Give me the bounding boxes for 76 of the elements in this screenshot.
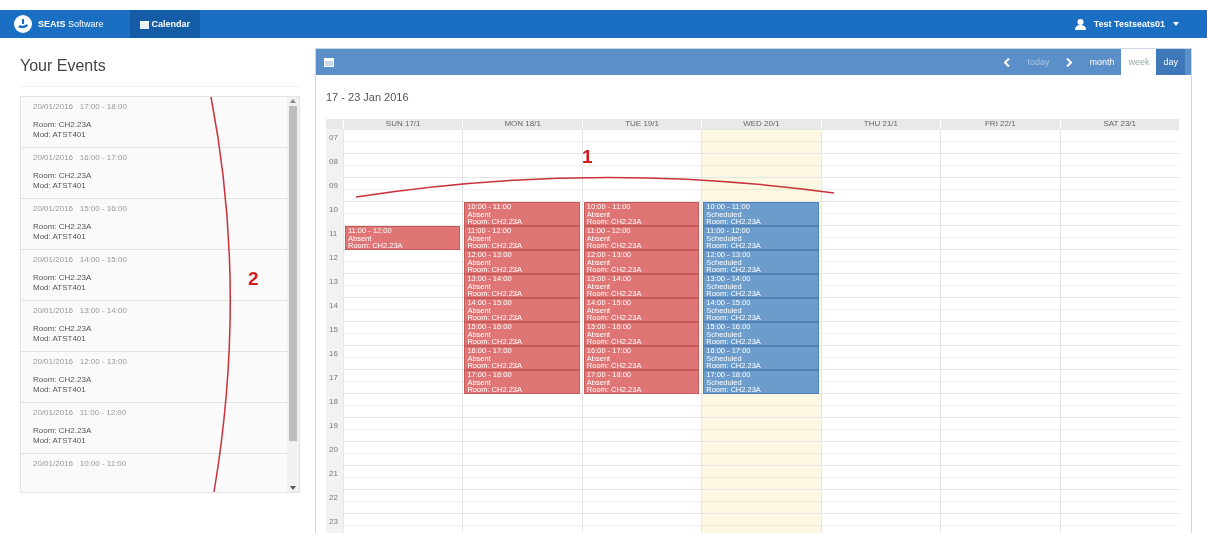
scrollbar[interactable] [287, 97, 299, 492]
event-module: Mod: ATST401 [33, 283, 86, 293]
hour-label: 09 [326, 177, 343, 201]
hour-label: 18 [326, 393, 343, 417]
chevron-right-icon [1066, 57, 1073, 67]
event-module: Mod: ATST401 [33, 385, 86, 395]
event-room: Room: CH2.23A [33, 426, 92, 436]
hour-label: 17 [326, 369, 343, 393]
event-date: 20/01/2016 16:00 - 17:00 [33, 153, 127, 163]
chevron-left-icon [1004, 57, 1011, 67]
nav-tab[interactable]: Calendar [129, 10, 201, 38]
hour-label: 13 [326, 273, 343, 297]
time-slot[interactable] [581, 393, 702, 417]
time-slot[interactable] [581, 177, 702, 201]
hour-label: 07 [326, 129, 343, 153]
time-slot[interactable] [343, 249, 463, 273]
day-header: THU 21/1 [820, 119, 941, 129]
calendar-icon [324, 57, 334, 67]
time-slot[interactable] [343, 177, 463, 201]
day-header: TUE 19/1 [581, 119, 702, 129]
calendar-icon [139, 19, 149, 29]
date-range: 17 - 23 Jan 2016 [325, 90, 410, 105]
scroll-thumb[interactable] [289, 106, 297, 441]
event-date: 20/01/2016 17:00 - 18:00 [33, 102, 127, 112]
panel-title: Your Events [20, 48, 300, 87]
scroll-up-icon[interactable] [290, 99, 296, 103]
hour-label: 11 [326, 225, 343, 249]
logo-icon [14, 15, 32, 33]
annotation-number: 2 [248, 268, 259, 290]
view-button[interactable]: month [1082, 49, 1122, 75]
grid-corner [326, 119, 343, 129]
time-slot[interactable] [701, 393, 821, 417]
time-slot[interactable] [462, 393, 582, 417]
event-date: 20/01/2016 15:00 - 16:00 [33, 204, 127, 214]
user-menu[interactable]: Test Testseats01 [1068, 17, 1185, 31]
day-header: FRI 22/1 [940, 119, 1060, 129]
event-module: Mod: ATST401 [33, 130, 86, 140]
caret-icon [1173, 22, 1179, 26]
day-header: MON 18/1 [462, 119, 582, 129]
event-module: Mod: ATST401 [33, 232, 86, 242]
hour-label: 20 [326, 441, 343, 465]
event-date: 20/01/2016 13:00 - 14:00 [33, 306, 127, 316]
hour-label: 12 [326, 249, 343, 273]
event-room: Room: CH2.23A [33, 324, 92, 334]
scroll-down-icon[interactable] [290, 486, 296, 490]
event-room: Room: CH2.23A [33, 222, 92, 232]
brand-name: SEAtS Software [38, 19, 104, 29]
event-room: Room: CH2.23A [33, 375, 92, 385]
hour-label: 15 [326, 321, 343, 345]
hour-label: 08 [326, 153, 343, 177]
event-date: 20/01/2016 11:00 - 12:00 [33, 408, 127, 418]
hour-label: 22 [326, 489, 343, 513]
hour-label: 19 [326, 417, 343, 441]
user-icon [1074, 18, 1086, 30]
event-room: Room: CH2.23A [33, 273, 92, 283]
time-slot[interactable] [701, 177, 821, 201]
day-header: SAT 23/1 [1059, 119, 1179, 129]
view-button[interactable]: day [1156, 49, 1185, 75]
event-date: 20/01/2016 14:00 - 15:00 [33, 255, 127, 265]
event-room: Room: CH2.23A [33, 171, 92, 181]
hour-label: 23 [326, 513, 343, 533]
day-header: WED 20/1 [701, 119, 821, 129]
hour-label: 16 [326, 345, 343, 369]
event-date: 20/01/2016 12:00 - 13:00 [33, 357, 127, 367]
event-room: Room: CH2.23A [33, 120, 92, 130]
annotation-number: 1 [582, 146, 593, 168]
hour-label: 10 [326, 201, 343, 225]
event-module: Mod: ATST401 [33, 334, 86, 344]
hour-label: 21 [326, 465, 343, 489]
event-date: 20/01/2016 10:00 - 11:00 [33, 459, 127, 469]
day-header: SUN 17/1 [343, 119, 463, 129]
event-module: Mod: ATST401 [33, 181, 86, 191]
event-module: Mod: ATST401 [33, 436, 86, 446]
hour-label: 14 [326, 297, 343, 321]
view-button[interactable]: week [1121, 49, 1157, 75]
time-slot[interactable] [462, 177, 582, 201]
